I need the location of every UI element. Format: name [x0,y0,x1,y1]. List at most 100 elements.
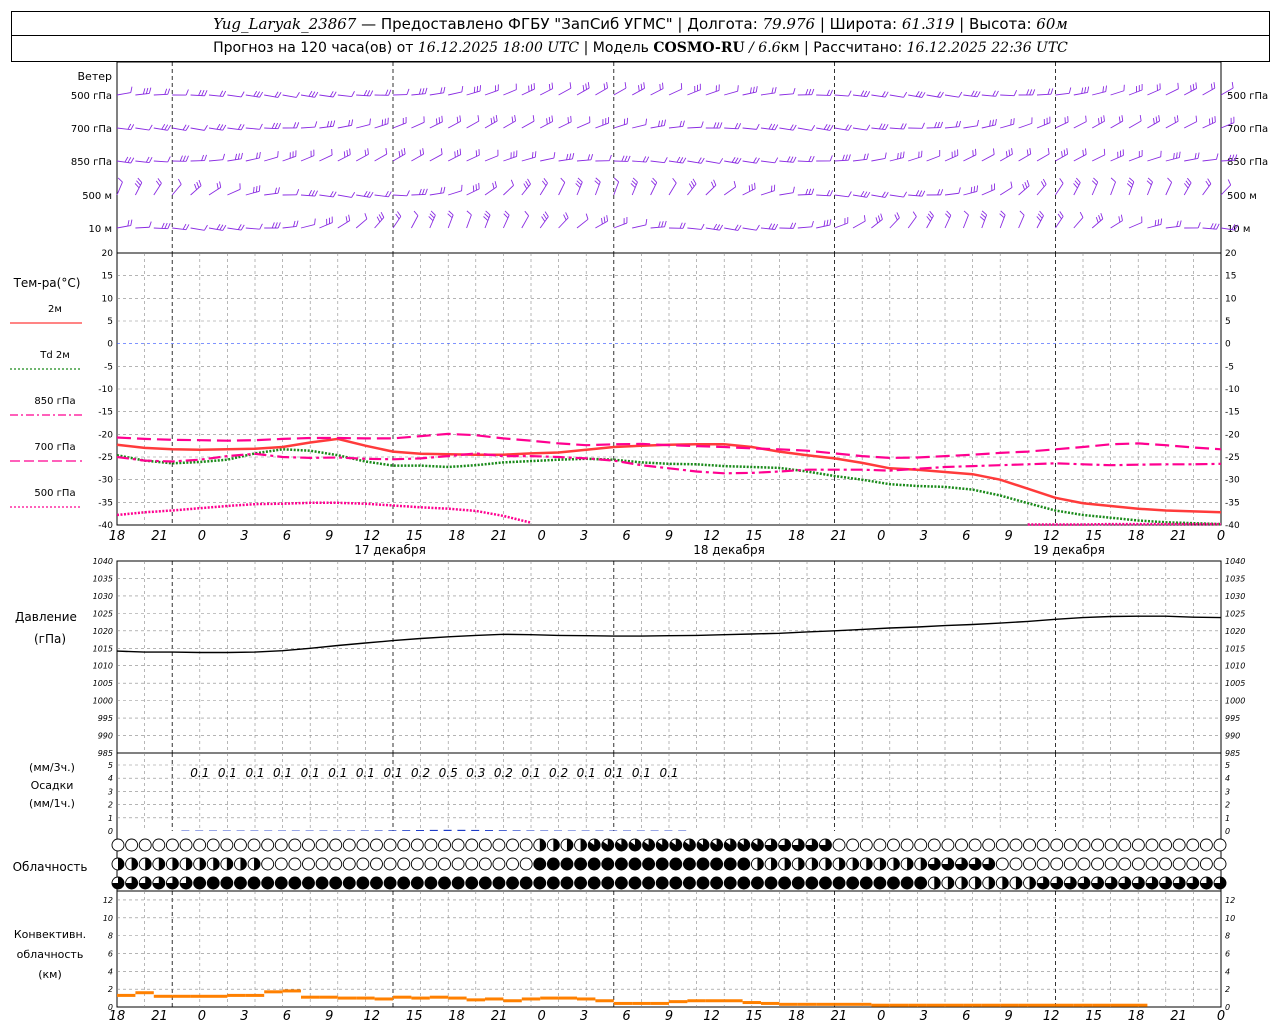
cloud-octant [383,857,397,871]
wind-barb-feather [1082,149,1084,156]
wind-barb [208,90,227,97]
wind-barb-feather [177,178,182,185]
cloud-octant [506,838,519,852]
wind-barb [1110,115,1124,129]
wind-barb-shaft [1073,154,1087,162]
hour-label-top: 15 [406,529,423,544]
wind-barb-feather [117,177,123,183]
conv-cloud-bar [797,1002,817,1006]
pressure-tick-right: 1010 [1225,662,1245,671]
wind-barb-feather [182,124,187,131]
wind-barb [153,156,171,163]
wind-barb-feather [754,182,756,189]
wind-barb-feather [608,154,612,161]
wind-barb [447,115,461,129]
hour-label-top: 6 [283,529,291,544]
wind-barb-shaft [613,123,628,129]
conv-cloud-bar [926,1003,945,1007]
convective-cloud [117,989,1148,1007]
wind-barb-feather [716,122,720,129]
cloud-circle [397,857,411,871]
wind-barb [190,124,208,131]
cloud-octant [723,857,737,871]
hour-label-bottom: 21 [831,1009,848,1024]
wind-barb [816,89,833,96]
wind-barb [300,218,316,229]
wind-barb-feather [866,191,871,198]
cloud-cover [111,838,1227,890]
wind-barb-feather [756,157,760,164]
cloud-circle [506,838,519,852]
wind-barb-shaft [448,91,462,96]
wind-barb [962,210,969,229]
wind-barb-feather [145,87,149,94]
wind-barb-feather [531,152,534,159]
cloud-octant [329,857,343,871]
conv-cloud-bar [558,996,577,1000]
wind-barb-feather [808,188,812,195]
wind-barb-feather [789,124,794,130]
wind-barb-shaft [908,156,922,162]
hour-label-bottom: 3 [580,1009,588,1024]
conv-cloud-bar [834,1002,853,1006]
wind-barb [558,82,572,96]
wind-barb [834,90,852,97]
wind-barb-feather [575,183,581,188]
cloud-circle [274,838,288,852]
wind-barb [650,177,658,196]
wind-barb [595,117,610,129]
cloud-fill-part [254,858,261,870]
wind-barb-feather [645,118,648,125]
wind-barb-feather [366,191,371,198]
hour-label-top: 12 [1043,529,1060,544]
wind-level-label-left: 500 гПа [71,91,112,102]
wind-barb [466,210,472,229]
pressure-tick-right: 990 [1225,732,1240,741]
wind-barb [907,211,917,229]
conv-tick-left: 12 [103,896,113,905]
wind-barb-feather [860,190,865,197]
wind-barb-feather [256,91,261,97]
wind-barb-feather [973,186,976,193]
wind-barb-feather [848,90,852,97]
precip-tick-left: 2 [108,801,113,810]
wind-barb-feather [926,216,931,222]
wind-barb [576,116,591,129]
cloud-octant [819,876,832,890]
cloud-fill-full [601,877,614,889]
wind-barb [650,119,666,129]
cloud-octant [750,876,764,890]
wind-barb-shaft [1036,153,1050,162]
cloud-circle [1023,838,1036,852]
wind-barb-feather [1022,183,1026,190]
wind-barb-shaft [1128,155,1143,162]
hour-label-bottom: 9 [665,1009,673,1024]
wind-barb-feather [378,214,383,220]
wind-barb-feather [829,190,834,196]
hour-label-top: 15 [746,529,763,544]
wind-barb-shaft [245,190,260,196]
wind-barb-shaft [687,227,702,230]
cloud-octant [846,838,860,852]
cloud-octant [1009,857,1023,871]
cloud-octant [1063,838,1077,852]
cloud-octant [125,857,139,871]
wind-barb-feather [958,91,963,98]
wind-barb-feather [915,91,920,97]
wind-barb [797,188,815,196]
wind-barb-feather [418,188,422,195]
cloud-fill-full [465,877,478,889]
wind-barb-shaft [1202,158,1217,162]
wind-barb-shaft [705,90,720,96]
wind-barb-feather [240,124,245,131]
cloud-fill-part [934,877,941,889]
conv-cloud-bar [871,1003,890,1007]
legend-label: 850 гПа [34,396,75,407]
wind-barb-feather [976,91,981,98]
cloud-fill-full [411,877,424,889]
wind-barb-feather [167,88,171,95]
wind-barb-shaft [466,120,480,129]
wind-barb-feather [884,152,887,159]
temp-tick-right: -35 [1225,498,1240,508]
wind-barb-shaft [576,122,591,129]
